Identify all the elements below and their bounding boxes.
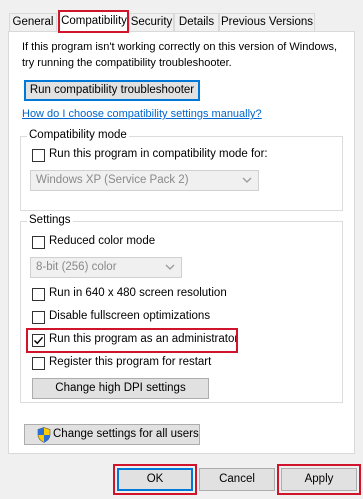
cancel-button[interactable]: Cancel <box>199 468 275 491</box>
manual-settings-link[interactable]: How do I choose compatibility settings m… <box>22 108 262 120</box>
compat-mode-checkbox[interactable] <box>32 149 45 162</box>
settings-title: Settings <box>27 214 73 226</box>
run-troubleshooter-button[interactable]: Run compatibility troubleshooter <box>24 80 200 101</box>
tab-security[interactable]: Security <box>129 13 174 31</box>
register-restart-checkbox[interactable] <box>32 357 45 370</box>
color-depth-select-value: 8-bit (256) color <box>36 261 117 273</box>
res640-label[interactable]: Run in 640 x 480 screen resolution <box>49 287 227 299</box>
reduced-color-checkbox[interactable] <box>32 236 45 249</box>
chevron-down-icon <box>165 264 175 270</box>
compat-os-select: Windows XP (Service Pack 2) <box>30 170 259 191</box>
disable-fullscreen-checkbox[interactable] <box>32 311 45 324</box>
compat-mode-label[interactable]: Run this program in compatibility mode f… <box>49 148 268 160</box>
run-admin-label[interactable]: Run this program as an administrator <box>49 333 238 345</box>
res640-checkbox[interactable] <box>32 288 45 301</box>
intro-text-line2: try running the compatibility troublesho… <box>22 57 232 69</box>
tab-general[interactable]: General <box>9 13 57 31</box>
change-all-users-button[interactable]: Change settings for all users <box>24 424 200 445</box>
color-depth-select: 8-bit (256) color <box>30 257 182 278</box>
chevron-down-icon <box>242 177 252 183</box>
change-all-users-label: Change settings for all users <box>53 428 199 440</box>
change-dpi-button[interactable]: Change high DPI settings <box>32 378 209 399</box>
ok-button[interactable]: OK <box>117 468 193 491</box>
run-admin-checkbox[interactable] <box>32 334 45 347</box>
shield-icon <box>37 427 51 443</box>
compat-mode-title: Compatibility mode <box>27 129 129 141</box>
register-restart-label[interactable]: Register this program for restart <box>49 356 211 368</box>
disable-fullscreen-label[interactable]: Disable fullscreen optimizations <box>49 310 210 322</box>
tab-details[interactable]: Details <box>174 13 219 31</box>
tab-panel: If this program isn't working correctly … <box>8 31 355 454</box>
intro-text-line1: If this program isn't working correctly … <box>22 41 338 53</box>
tab-previous-versions[interactable]: Previous Versions <box>219 13 315 31</box>
checkmark-icon <box>34 336 44 345</box>
tab-compatibility[interactable]: Compatibility <box>59 10 129 32</box>
apply-button[interactable]: Apply <box>281 468 357 491</box>
reduced-color-label[interactable]: Reduced color mode <box>49 235 155 247</box>
compat-os-select-value: Windows XP (Service Pack 2) <box>36 174 189 186</box>
